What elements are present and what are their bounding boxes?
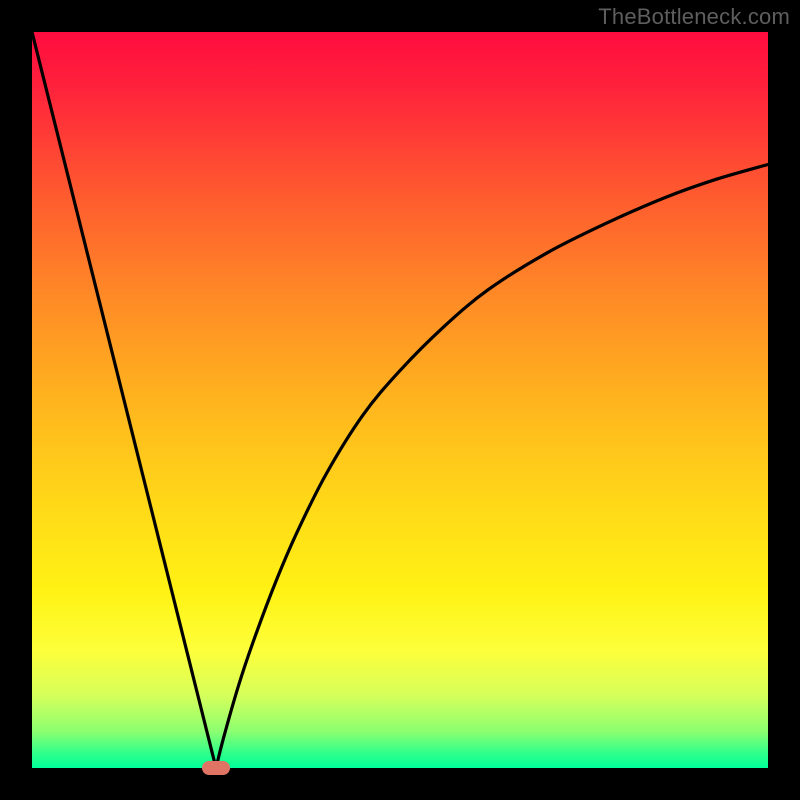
bottleneck-curve: [32, 32, 768, 768]
watermark-text: TheBottleneck.com: [598, 4, 790, 30]
plot-area: [32, 32, 768, 768]
chart-frame: TheBottleneck.com: [0, 0, 800, 800]
minimum-marker: [202, 761, 230, 775]
